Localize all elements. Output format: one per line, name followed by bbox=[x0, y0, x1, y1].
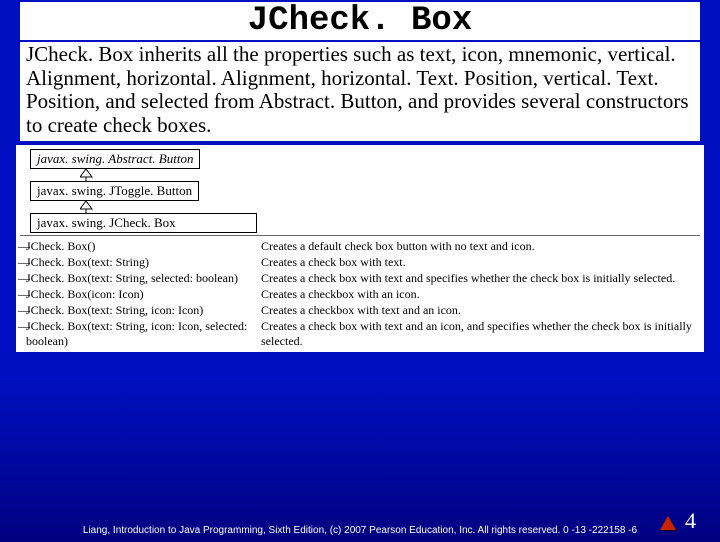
table-row: JCheck. Box(text: String, icon: Icon)Cre… bbox=[20, 303, 700, 318]
class-jcheckbox: javax. swing. JCheck. Box bbox=[30, 213, 257, 233]
inherit-arrow-icon bbox=[80, 169, 700, 181]
method-desc: Creates a check box with text and specif… bbox=[261, 271, 700, 286]
inherit-arrow-icon bbox=[80, 201, 700, 213]
method-desc: Creates a checkbox with text and an icon… bbox=[261, 303, 700, 318]
table-row: JCheck. Box(text: String, selected: bool… bbox=[20, 271, 700, 286]
method-desc: Creates a check box with text and an ico… bbox=[261, 319, 700, 349]
method-desc: Creates a checkbox with an icon. bbox=[261, 287, 700, 302]
table-row: JCheck. Box()Creates a default check box… bbox=[20, 239, 700, 254]
table-row: JCheck. Box(icon: Icon)Creates a checkbo… bbox=[20, 287, 700, 302]
bullet-icon bbox=[660, 516, 676, 530]
method-sig: JCheck. Box(text: String, selected: bool… bbox=[20, 271, 261, 286]
method-desc: Creates a check box with text. bbox=[261, 255, 700, 270]
class-jtogglebutton: javax. swing. JToggle. Button bbox=[30, 181, 199, 201]
class-abstractbutton: javax. swing. Abstract. Button bbox=[30, 149, 200, 169]
table-row: JCheck. Box(text: String)Creates a check… bbox=[20, 255, 700, 270]
footer-citation: Liang, Introduction to Java Programming,… bbox=[0, 525, 720, 536]
constructor-table: JCheck. Box()Creates a default check box… bbox=[20, 235, 700, 349]
method-sig: JCheck. Box(text: String, icon: Icon, se… bbox=[20, 319, 261, 349]
slide-title: JCheck. Box bbox=[20, 2, 700, 40]
method-sig: JCheck. Box(text: String) bbox=[20, 255, 261, 270]
page-number: 4 bbox=[685, 508, 696, 534]
method-desc: Creates a default check box button with … bbox=[261, 239, 700, 254]
uml-diagram: javax. swing. Abstract. Button javax. sw… bbox=[16, 145, 704, 352]
method-sig: JCheck. Box() bbox=[20, 239, 261, 254]
slide-body: JCheck. Box inherits all the properties … bbox=[20, 42, 700, 141]
table-row: JCheck. Box(text: String, icon: Icon, se… bbox=[20, 319, 700, 349]
method-sig: JCheck. Box(icon: Icon) bbox=[20, 287, 261, 302]
method-sig: JCheck. Box(text: String, icon: Icon) bbox=[20, 303, 261, 318]
